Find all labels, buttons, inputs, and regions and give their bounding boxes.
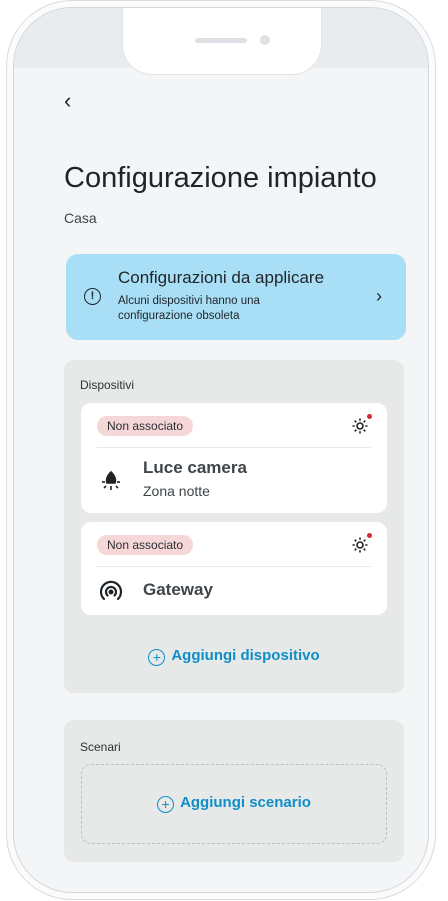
chevron-right-icon: › (376, 286, 382, 306)
alert-dot (367, 414, 372, 419)
device-card-luce-camera[interactable]: Non associato Luce camera Zona notte (81, 403, 387, 513)
device-name: Luce camera (143, 458, 247, 477)
banner-text: Alcuni dispositivi hanno una configurazi… (118, 295, 260, 322)
add-scenario-label: Aggiungi scenario (180, 794, 311, 811)
scenarios-section-label: Scenari (80, 740, 121, 754)
phone-notch (122, 8, 322, 75)
banner-title: Configurazioni da applicare (118, 268, 325, 287)
devices-section: Dispositivi Non associato Luce camera Zo… (64, 360, 404, 693)
card-divider (97, 447, 371, 448)
card-divider (97, 566, 371, 567)
status-badge: Non associato (97, 416, 194, 436)
light-bulb-icon (96, 466, 126, 496)
device-zone: Zona notte (143, 483, 210, 499)
page-subtitle: Casa (64, 210, 97, 226)
phone-frame: ‹ Configurazione impianto Casa ! Configu… (14, 8, 428, 892)
front-camera (260, 35, 270, 45)
add-device-button[interactable]: + Aggiungi dispositivo (64, 647, 404, 666)
add-scenario-area[interactable]: + Aggiungi scenario (81, 764, 387, 844)
alert-dot (367, 533, 372, 538)
device-name: Gateway (143, 580, 213, 599)
speaker-grille (195, 38, 247, 43)
back-button[interactable]: ‹ (64, 90, 71, 112)
configuration-banner[interactable]: ! Configurazioni da applicare Alcuni dis… (66, 254, 406, 340)
scenarios-section: Scenari + Aggiungi scenario (64, 720, 404, 862)
gateway-icon (96, 577, 126, 607)
device-card-gateway[interactable]: Non associato Gateway (81, 522, 387, 615)
add-device-label: Aggiungi dispositivo (171, 647, 320, 664)
plus-circle-icon: + (148, 649, 166, 666)
add-scenario-button[interactable]: + Aggiungi scenario (82, 794, 386, 813)
status-badge: Non associato (97, 535, 194, 555)
settings-gear-icon[interactable] (351, 414, 372, 435)
page-title: Configurazione impianto (64, 162, 377, 194)
info-icon: ! (84, 288, 101, 305)
devices-section-label: Dispositivi (80, 378, 135, 392)
plus-circle-icon: + (157, 796, 175, 813)
settings-gear-icon[interactable] (351, 533, 372, 554)
